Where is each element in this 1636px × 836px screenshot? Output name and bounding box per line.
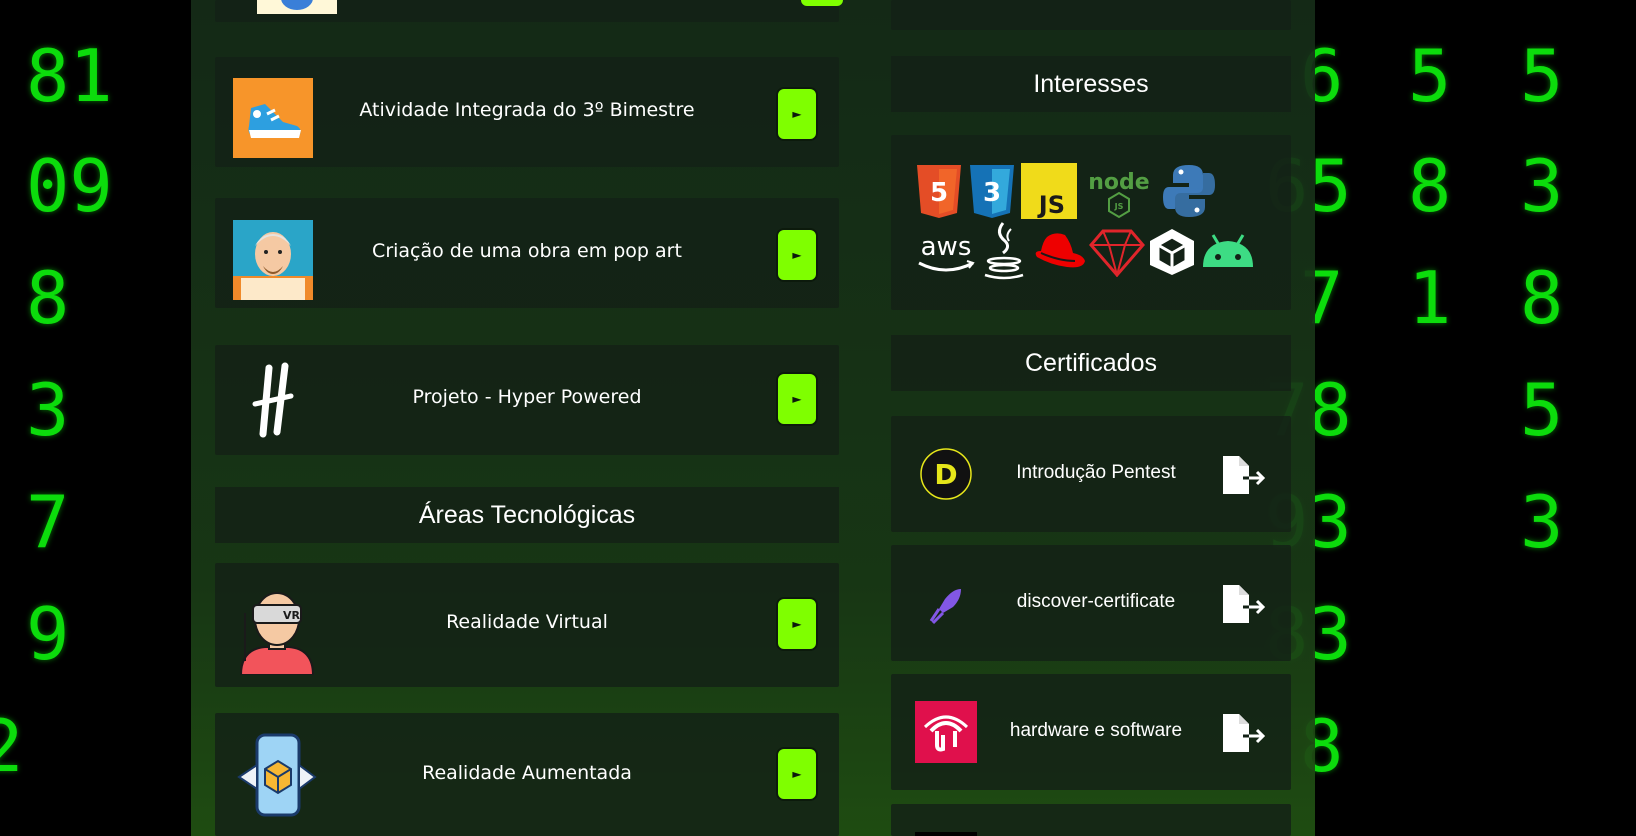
matrix-digit: 8	[1520, 256, 1564, 340]
certificate-card: D Introdução Pentest	[891, 416, 1291, 532]
play-button[interactable]: ►	[776, 747, 818, 801]
matrix-digit: 3	[1520, 480, 1564, 564]
matrix-digit: 7	[26, 480, 70, 564]
matrix-digit: 8	[26, 256, 70, 340]
svg-text:aws: aws	[921, 232, 972, 262]
play-button[interactable]: ►	[776, 87, 818, 141]
open-certificate-icon[interactable]	[1221, 712, 1267, 754]
area-title: Realidade Virtual	[446, 611, 608, 633]
css3-icon: 3	[970, 165, 1014, 218]
augmented-reality-icon	[237, 733, 317, 817]
matrix-digit: 81	[26, 34, 113, 118]
python-icon	[1163, 165, 1215, 217]
matrix-digit: 3	[1520, 144, 1564, 228]
matrix-digit: 5	[1408, 34, 1452, 118]
certificates-header: Certificados	[891, 335, 1291, 391]
open-certificate-icon[interactable]	[1221, 454, 1267, 496]
certificate-logo-partial	[915, 832, 977, 836]
matrix-digit: 3	[26, 368, 70, 452]
aws-icon: aws	[918, 232, 975, 272]
certificate-card: hardware e software	[891, 674, 1291, 790]
certificate-label: Introdução Pentest	[1016, 462, 1176, 483]
svg-text:3: 3	[983, 178, 1001, 208]
interests-card: 5 3 JS node JS aws	[891, 135, 1291, 310]
ruby-icon	[1089, 229, 1145, 277]
svg-text:JS: JS	[1037, 191, 1065, 219]
interests-header: Interesses	[891, 56, 1291, 112]
java-icon	[984, 222, 1024, 280]
rocketseat-icon	[929, 589, 961, 625]
shakespeare-icon	[233, 220, 313, 300]
play-button[interactable]: ►	[776, 372, 818, 426]
svg-text:D: D	[934, 458, 957, 491]
bradesco-icon	[915, 701, 977, 763]
hyper-logo-icon	[252, 362, 294, 438]
svg-text:node: node	[1088, 170, 1149, 195]
project-card-partial	[215, 0, 843, 22]
content-panel: Atividade Integrada do 3º Bimestre ► Cri…	[191, 0, 1315, 836]
unity-icon	[1150, 229, 1194, 275]
matrix-digit: 5	[1520, 368, 1564, 452]
project-card: Atividade Integrada do 3º Bimestre ►	[215, 57, 839, 167]
project-card: Criação de uma obra em pop art ►	[215, 198, 839, 308]
certificate-label: hardware e software	[1009, 720, 1183, 741]
matrix-digit: 1	[1408, 256, 1452, 340]
area-title: Realidade Aumentada	[422, 762, 632, 784]
javascript-icon: JS	[1021, 163, 1077, 219]
project-title: Criação de uma obra em pop art	[372, 240, 682, 262]
vr-headset-icon: VR	[239, 592, 315, 675]
matrix-digit: 8	[1408, 144, 1452, 228]
project-card: Projeto - Hyper Powered ►	[215, 345, 839, 455]
right-partial-card	[891, 0, 1291, 30]
areas-header: Áreas Tecnológicas	[215, 487, 839, 543]
partial-thumb	[257, 0, 337, 14]
dio-logo-icon: D	[920, 448, 972, 500]
matrix-digit: 09	[26, 144, 113, 228]
redhat-icon	[1035, 233, 1085, 268]
certificate-label: discover-certificate	[1016, 591, 1176, 612]
area-card: VR Realidade Virtual ►	[215, 563, 839, 687]
svg-text:VR: VR	[283, 609, 301, 622]
open-certificate-icon[interactable]	[1221, 583, 1267, 625]
area-card: Realidade Aumentada ►	[215, 713, 839, 836]
play-button[interactable]: ►	[776, 228, 818, 282]
sneaker-icon	[233, 78, 313, 158]
svg-text:JS: JS	[1114, 202, 1124, 211]
matrix-digit: 5	[1520, 34, 1564, 118]
html5-icon: 5	[917, 165, 961, 218]
matrix-digit: 2	[0, 704, 24, 788]
project-title: Atividade Integrada do 3º Bimestre	[359, 99, 695, 121]
android-icon	[1203, 234, 1253, 267]
play-button[interactable]: ►	[776, 597, 818, 651]
svg-text:5: 5	[930, 178, 948, 208]
matrix-digit: 9	[26, 592, 70, 676]
certificate-card: discover-certificate	[891, 545, 1291, 661]
project-title: Projeto - Hyper Powered	[412, 386, 642, 408]
partial-play-button[interactable]	[801, 0, 843, 6]
certificate-card-partial	[891, 804, 1291, 836]
nodejs-icon: node JS	[1088, 170, 1150, 219]
